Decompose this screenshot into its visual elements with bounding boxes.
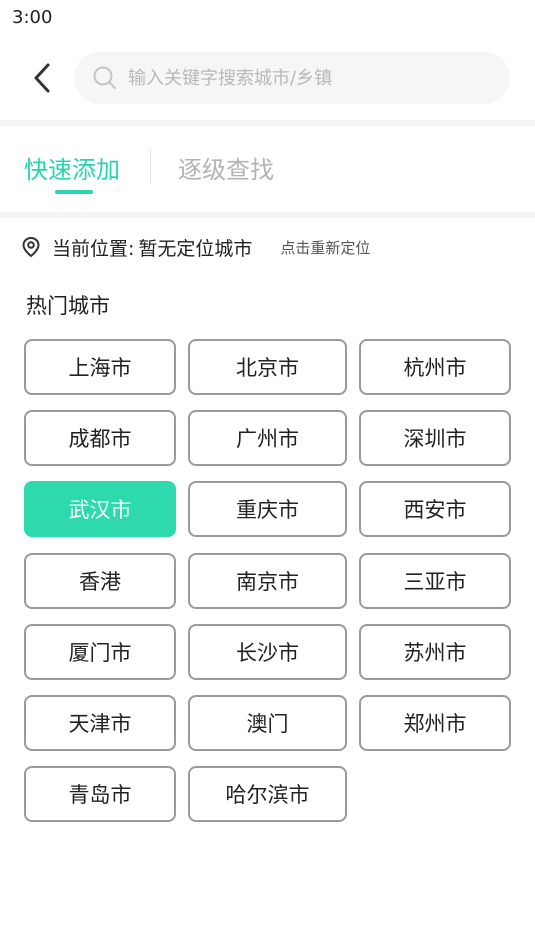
city-button[interactable]: 香港 bbox=[24, 553, 176, 609]
city-button[interactable]: 深圳市 bbox=[359, 410, 511, 466]
city-button[interactable]: 广州市 bbox=[188, 410, 347, 466]
city-button[interactable]: 武汉市 bbox=[24, 481, 176, 537]
city-button[interactable]: 苏州市 bbox=[359, 624, 511, 680]
city-button[interactable]: 哈尔滨市 bbox=[188, 766, 347, 822]
city-button[interactable]: 上海市 bbox=[24, 339, 176, 395]
city-button[interactable]: 青岛市 bbox=[24, 766, 176, 822]
city-button[interactable]: 北京市 bbox=[188, 339, 347, 395]
city-button[interactable]: 厦门市 bbox=[24, 624, 176, 680]
city-button[interactable]: 南京市 bbox=[188, 553, 347, 609]
city-button[interactable]: 西安市 bbox=[359, 481, 511, 537]
city-button[interactable]: 杭州市 bbox=[359, 339, 511, 395]
city-button[interactable]: 重庆市 bbox=[188, 481, 347, 537]
city-button[interactable]: 天津市 bbox=[24, 695, 176, 751]
city-button[interactable]: 长沙市 bbox=[188, 624, 347, 680]
city-button[interactable]: 澳门 bbox=[188, 695, 347, 751]
city-button[interactable]: 郑州市 bbox=[359, 695, 511, 751]
city-button[interactable]: 成都市 bbox=[24, 410, 176, 466]
hot-cities-grid: 上海市 北京市 杭州市成都市 广州市 深圳市武汉市 重庆市 西安市香港 南京市 三亚市厦门市 长沙… bbox=[0, 0, 535, 951]
city-button[interactable]: 三亚市 bbox=[359, 553, 511, 609]
